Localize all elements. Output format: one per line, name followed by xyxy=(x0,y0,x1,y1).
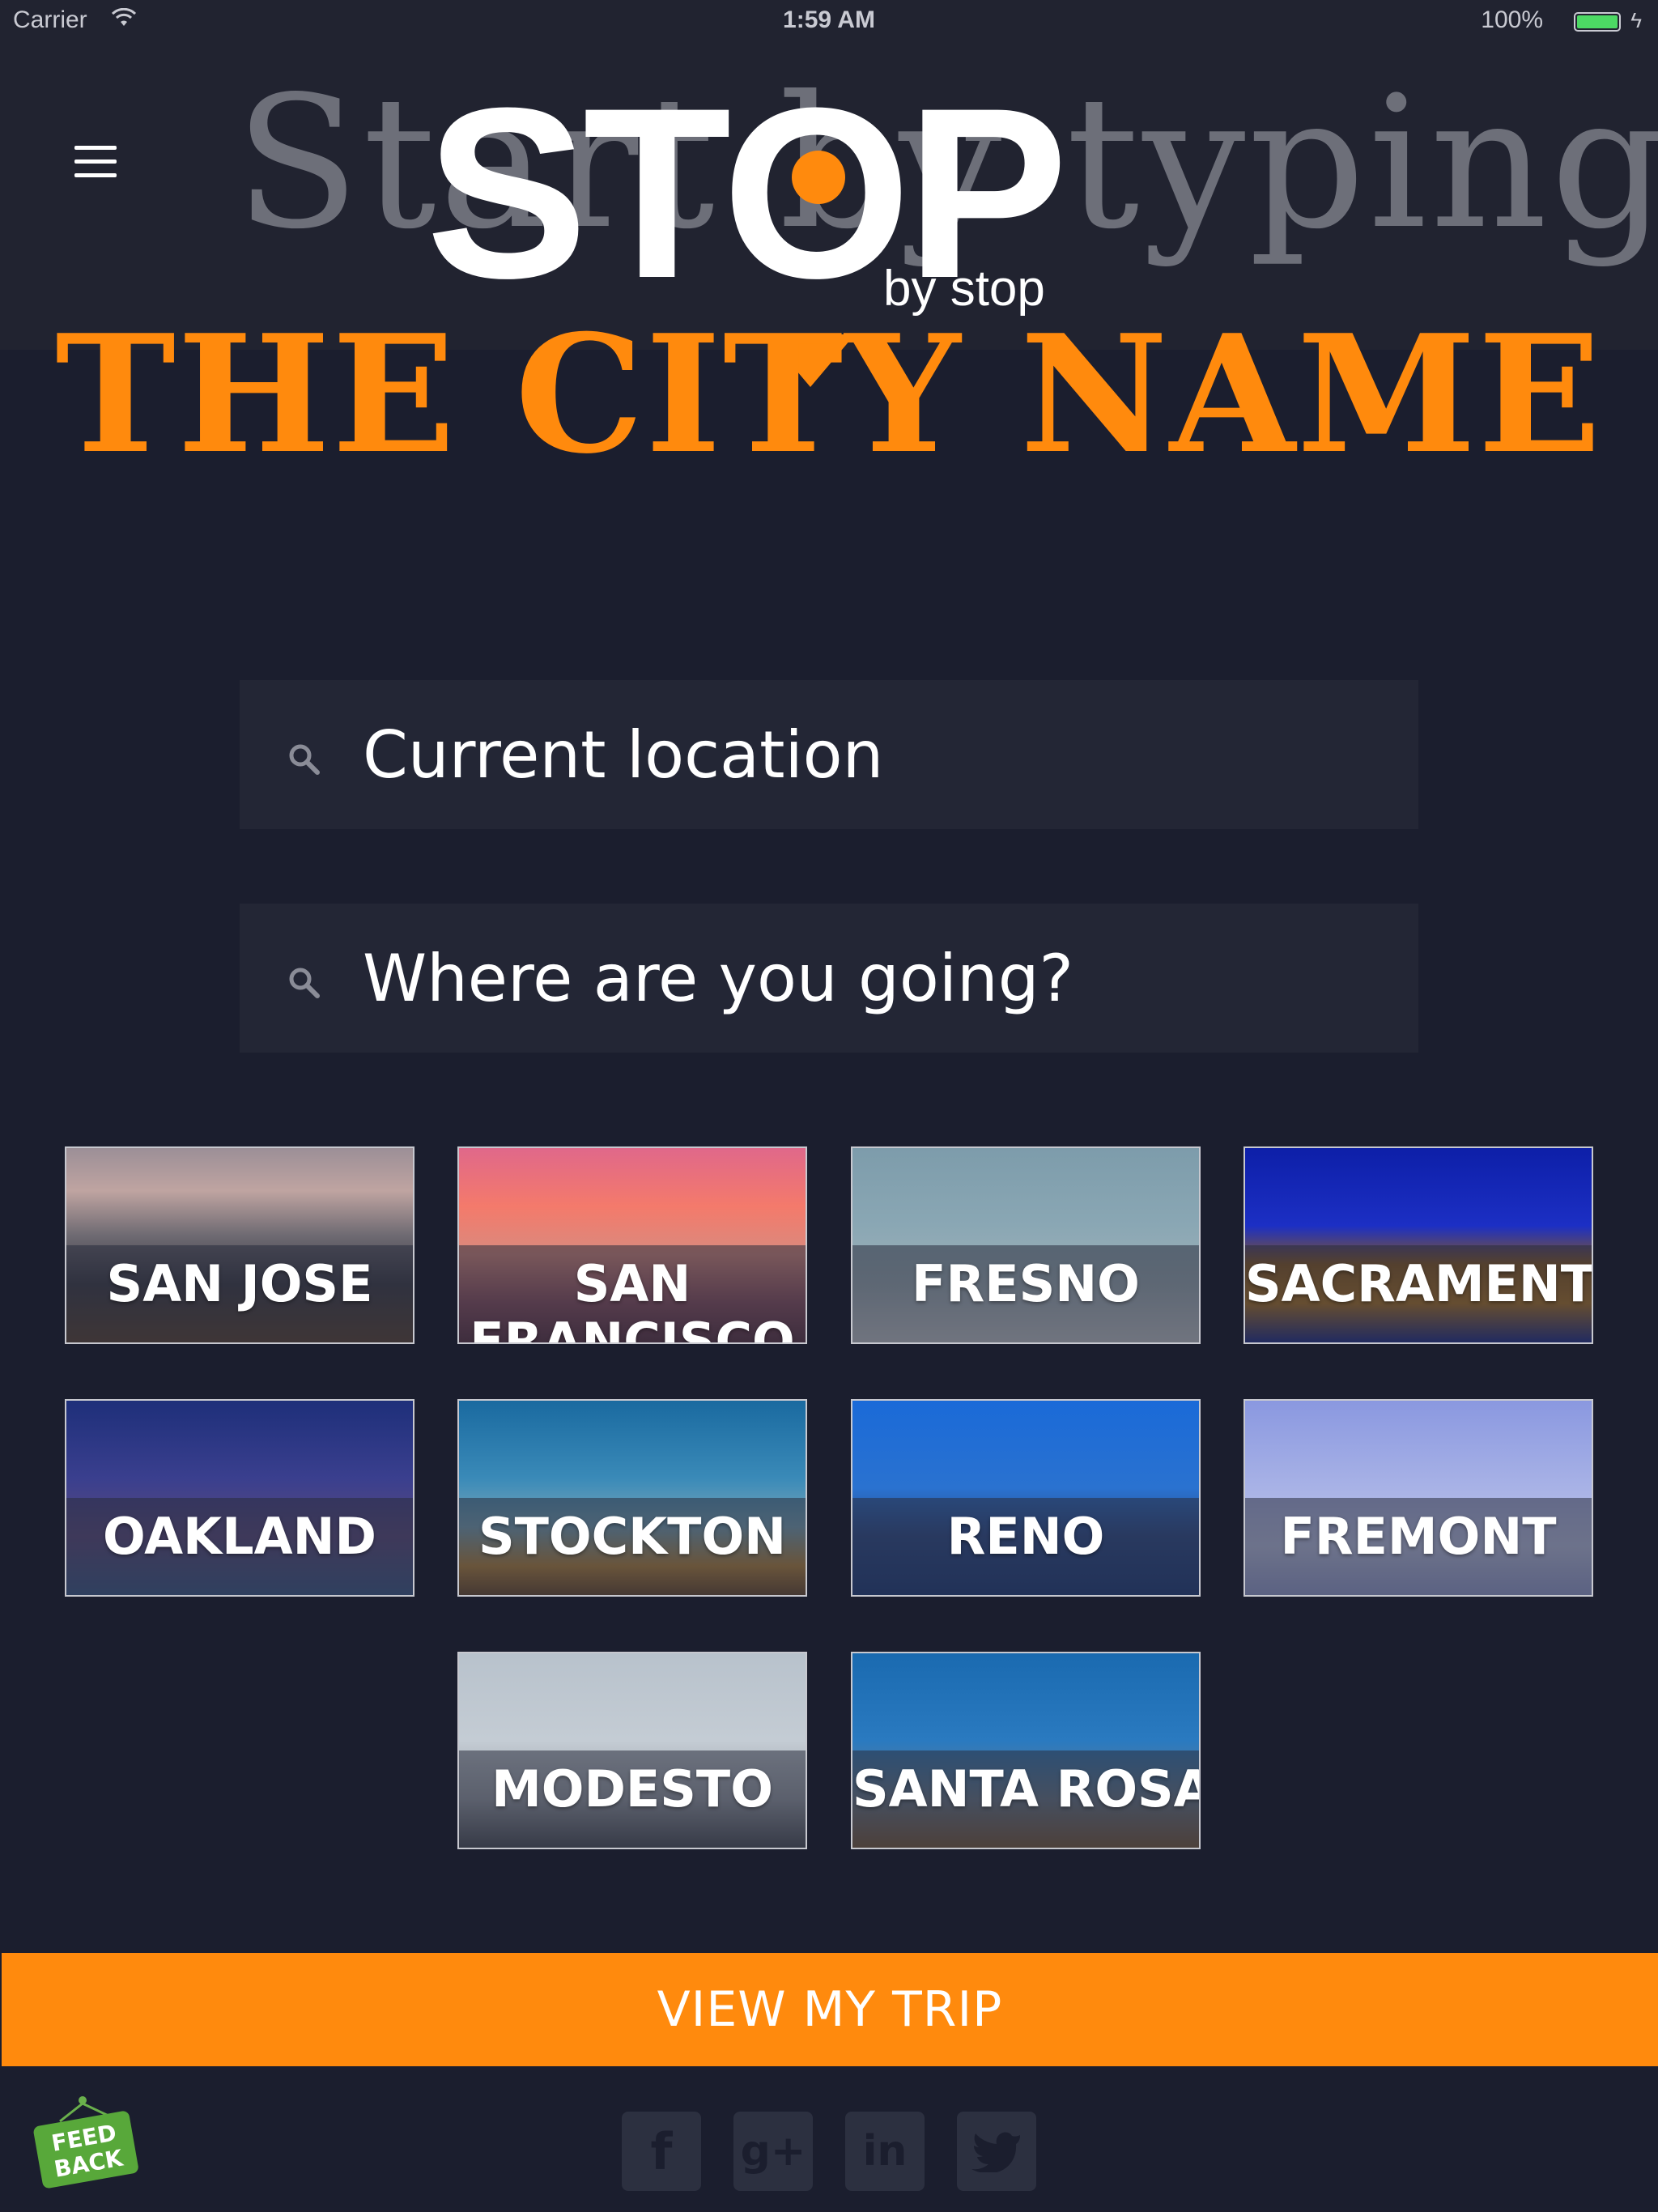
search-icon xyxy=(289,744,320,775)
city-label: SANTA ROSA xyxy=(852,1759,1201,1819)
city-label: SAN JOSE xyxy=(106,1254,373,1313)
linkedin-icon[interactable]: in xyxy=(845,2112,925,2191)
logo-dot xyxy=(792,151,845,204)
social-links: f g+ in xyxy=(622,2112,1036,2191)
hamburger-menu-icon[interactable] xyxy=(74,146,117,181)
city-label: SAN FRANCISCO xyxy=(470,1254,795,1344)
charging-icon: ϟ xyxy=(1630,8,1642,32)
status-bar: Carrier 1:59 AM 100% ϟ xyxy=(0,0,1658,45)
city-label: STOCKTON xyxy=(478,1507,787,1566)
clock: 1:59 AM xyxy=(783,6,875,33)
app-logo: STOP by stop xyxy=(426,71,1090,387)
facebook-icon[interactable]: f xyxy=(622,2112,701,2191)
city-label: OAKLAND xyxy=(103,1507,376,1566)
city-tile-san-francisco[interactable]: SAN FRANCISCO xyxy=(457,1146,807,1344)
page-headline: THE CITY NAME xyxy=(55,300,1603,490)
city-label: MODESTO xyxy=(491,1759,773,1819)
google-plus-icon[interactable]: g+ xyxy=(733,2112,813,2191)
city-tile-fresno[interactable]: FRESNO xyxy=(851,1146,1201,1344)
battery-icon xyxy=(1574,12,1621,32)
origin-field[interactable] xyxy=(240,680,1418,829)
city-tile-fremont[interactable]: FREMONT xyxy=(1244,1399,1593,1597)
city-label: SACRAMENTO xyxy=(1245,1254,1593,1313)
city-tile-oakland[interactable]: OAKLAND xyxy=(65,1399,414,1597)
battery-percent: 100% xyxy=(1481,6,1543,33)
city-label: RENO xyxy=(946,1507,1105,1566)
search-icon xyxy=(289,968,320,998)
city-tile-modesto[interactable]: MODESTO xyxy=(457,1652,807,1849)
city-tile-reno[interactable]: RENO xyxy=(851,1399,1201,1597)
destination-input[interactable] xyxy=(363,940,1334,1016)
city-tile-sacramento[interactable]: SACRAMENTO xyxy=(1244,1146,1593,1344)
origin-input[interactable] xyxy=(363,717,1334,793)
city-tile-stockton[interactable]: STOCKTON xyxy=(457,1399,807,1597)
city-label: FRESNO xyxy=(912,1254,1140,1313)
twitter-icon[interactable] xyxy=(957,2112,1036,2191)
city-tile-santa-rosa[interactable]: SANTA ROSA xyxy=(851,1652,1201,1849)
feedback-icon[interactable]: FEED BACK xyxy=(29,2092,142,2189)
destination-field[interactable] xyxy=(240,904,1418,1053)
city-label: FREMONT xyxy=(1280,1507,1557,1566)
city-tile-san-jose[interactable]: SAN JOSE xyxy=(65,1146,414,1344)
view-my-trip-button[interactable]: VIEW MY TRIP xyxy=(2,1953,1658,2066)
header: Start by typing STOP by stop xyxy=(0,0,1658,387)
